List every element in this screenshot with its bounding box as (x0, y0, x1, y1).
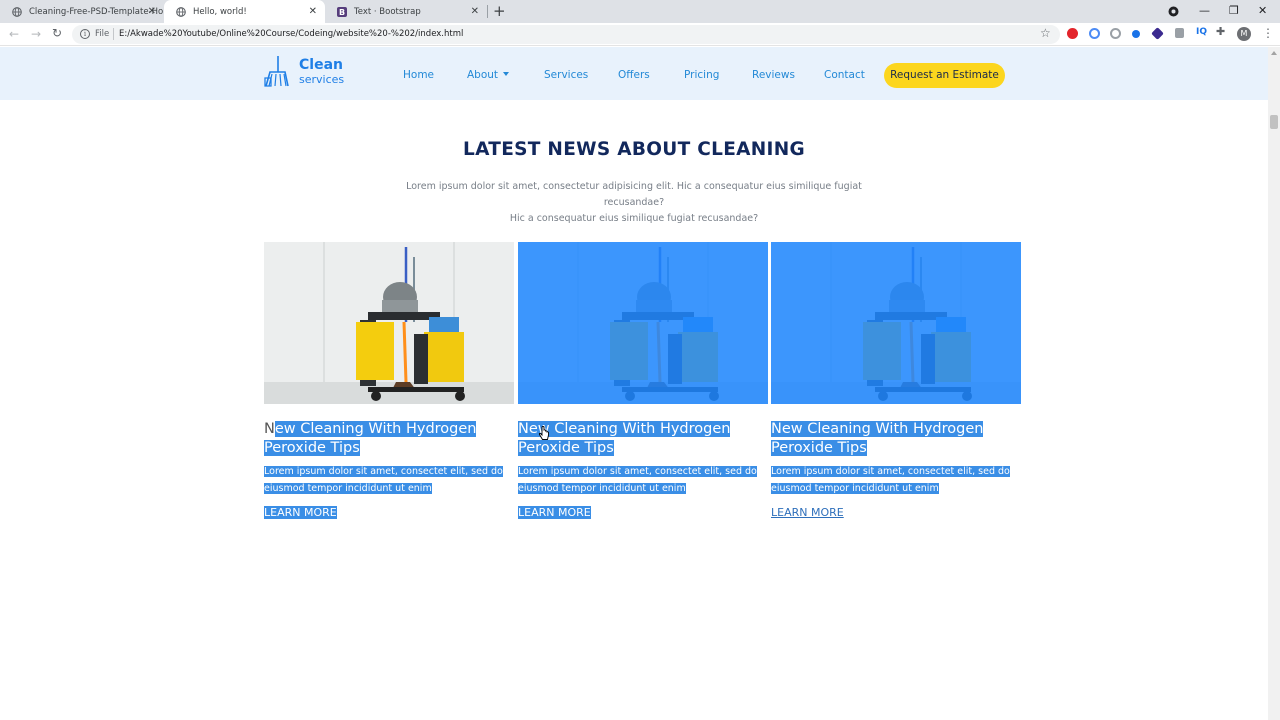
svg-text:B: B (339, 8, 345, 17)
browser-tab-active[interactable]: Hello, world! ✕ (164, 0, 325, 23)
learn-more-label: LEARN MORE (771, 506, 844, 519)
cleaning-cart-image (264, 242, 514, 404)
card-text: Lorem ipsum dolor sit amet, consectet el… (264, 464, 504, 497)
site-navbar: Clean services Home About Services Offer… (0, 47, 1268, 100)
request-estimate-button[interactable]: Request an Estimate (884, 63, 1005, 88)
section-subtitle: Lorem ipsum dolor sit amet, consectetur … (384, 179, 884, 227)
nav-about-label: About (467, 69, 499, 81)
page-scrollbar[interactable] (1268, 47, 1280, 720)
card-title[interactable]: New Cleaning With Hydrogen Peroxide Tips (518, 420, 756, 458)
back-arrow-icon[interactable]: ← (9, 27, 19, 41)
card-text: Lorem ipsum dolor sit amet, consectet el… (518, 464, 758, 497)
card-image[interactable] (264, 242, 514, 404)
opera-icon[interactable] (1067, 28, 1078, 39)
nav-reviews[interactable]: Reviews (752, 69, 795, 81)
iq-icon[interactable]: IQ (1196, 27, 1207, 37)
logo-text-secondary: services (299, 73, 345, 86)
image-hover-overlay (771, 242, 1021, 404)
card-image[interactable] (771, 242, 1021, 404)
tab-title: Text · Bootstrap (354, 6, 421, 17)
learn-more-link[interactable]: LEARN MORE (264, 506, 337, 520)
news-card: New Cleaning With Hydrogen Peroxide Tips… (518, 242, 768, 542)
profile-avatar[interactable]: M (1237, 27, 1251, 41)
dot-icon[interactable] (1132, 30, 1140, 38)
page-viewport: Clean services Home About Services Offer… (0, 47, 1268, 720)
nav-about[interactable]: About (467, 69, 510, 81)
forward-arrow-icon[interactable]: → (31, 27, 41, 41)
puzzle-icon[interactable]: ✚ (1216, 25, 1225, 38)
tracker-icon[interactable] (1110, 28, 1121, 39)
scroll-up-arrow-icon[interactable] (1271, 51, 1277, 55)
restore-button[interactable]: ❐ (1229, 4, 1239, 17)
vpn-icon[interactable] (1089, 28, 1100, 39)
broom-logo-icon (264, 56, 289, 87)
close-tab-icon[interactable]: ✕ (148, 6, 156, 17)
card-image[interactable] (518, 242, 768, 404)
clip-icon[interactable] (1175, 28, 1184, 38)
logo-text-primary: Clean (299, 57, 343, 73)
browser-tab-strip: Cleaning-Free-PSD-Template-Ho ✕ Hello, w… (0, 0, 1280, 23)
card-title[interactable]: New Cleaning With Hydrogen Peroxide Tips (771, 420, 1009, 458)
browser-menu-icon[interactable]: ⋮ (1262, 26, 1274, 40)
scroll-thumb[interactable] (1270, 115, 1278, 129)
section-heading: LATEST NEWS ABOUT CLEANING (463, 139, 805, 160)
caret-down-icon (503, 72, 510, 76)
minimize-button[interactable]: — (1199, 4, 1210, 17)
nav-home[interactable]: Home (403, 69, 434, 81)
scheme-label: File (95, 29, 110, 39)
url-text[interactable]: E:/Akwade%20Youtube/Online%20Course/Code… (119, 29, 463, 39)
close-tab-icon[interactable]: ✕ (471, 6, 479, 17)
card-text-selected: Lorem ipsum dolor sit amet, consectet el… (264, 466, 503, 494)
tab-title: Cleaning-Free-PSD-Template-Ho (29, 6, 164, 17)
site-logo[interactable]: Clean services (263, 56, 358, 88)
hand-cursor-icon (538, 426, 549, 440)
bootstrap-icon: B (337, 6, 347, 17)
info-icon[interactable]: i (80, 29, 90, 39)
card-text-selected: Lorem ipsum dolor sit amet, consectet el… (518, 466, 757, 494)
news-card: New Cleaning With Hydrogen Peroxide Tips… (264, 242, 514, 542)
card-title[interactable]: New Cleaning With Hydrogen Peroxide Tips (264, 420, 502, 458)
globe-icon (176, 6, 186, 17)
address-bar[interactable]: i File E:/Akwade%20Youtube/Online%20Cour… (72, 25, 1060, 44)
close-tab-icon[interactable]: ✕ (309, 6, 317, 17)
news-card: New Cleaning With Hydrogen Peroxide Tips… (771, 242, 1021, 542)
new-tab-button[interactable]: + (493, 2, 506, 20)
tab-title: Hello, world! (193, 6, 247, 17)
nav-contact[interactable]: Contact (824, 69, 865, 81)
section-subtitle-line: Hic a consequatur eius similique fugiat … (509, 213, 759, 224)
browser-tab[interactable]: Cleaning-Free-PSD-Template-Ho ✕ (0, 0, 164, 23)
card-title-selected: New Cleaning With Hydrogen Peroxide Tips (771, 421, 984, 456)
bookmark-star-icon[interactable]: ☆ (1040, 26, 1051, 40)
learn-more-label: LEARN MORE (264, 506, 337, 519)
learn-more-link[interactable]: LEARN MORE (771, 506, 844, 520)
nav-pricing[interactable]: Pricing (684, 69, 719, 81)
nav-services[interactable]: Services (544, 69, 588, 81)
learn-more-link[interactable]: LEARN MORE (518, 506, 591, 520)
browser-toolbar: ← → ↻ i File E:/Akwade%20Youtube/Online%… (0, 23, 1280, 46)
address-divider (113, 28, 114, 40)
browser-tab[interactable]: B Text · Bootstrap ✕ (325, 0, 487, 23)
card-title-unselected: N (264, 421, 275, 437)
learn-more-label: LEARN MORE (518, 506, 591, 519)
image-hover-overlay (518, 242, 768, 404)
section-subtitle-line: Lorem ipsum dolor sit amet, consectetur … (406, 181, 862, 208)
nav-offers[interactable]: Offers (618, 69, 650, 81)
card-text-selected: Lorem ipsum dolor sit amet, consectet el… (771, 466, 1010, 494)
globe-icon (12, 6, 22, 17)
card-title-selected: ew Cleaning With Hydrogen Peroxide Tips (264, 421, 477, 456)
reload-icon[interactable]: ↻ (52, 26, 62, 40)
close-window-button[interactable]: ✕ (1258, 4, 1267, 17)
tab-divider (487, 5, 488, 18)
media-control-icon[interactable] (1168, 6, 1179, 17)
card-text: Lorem ipsum dolor sit amet, consectet el… (771, 464, 1011, 497)
